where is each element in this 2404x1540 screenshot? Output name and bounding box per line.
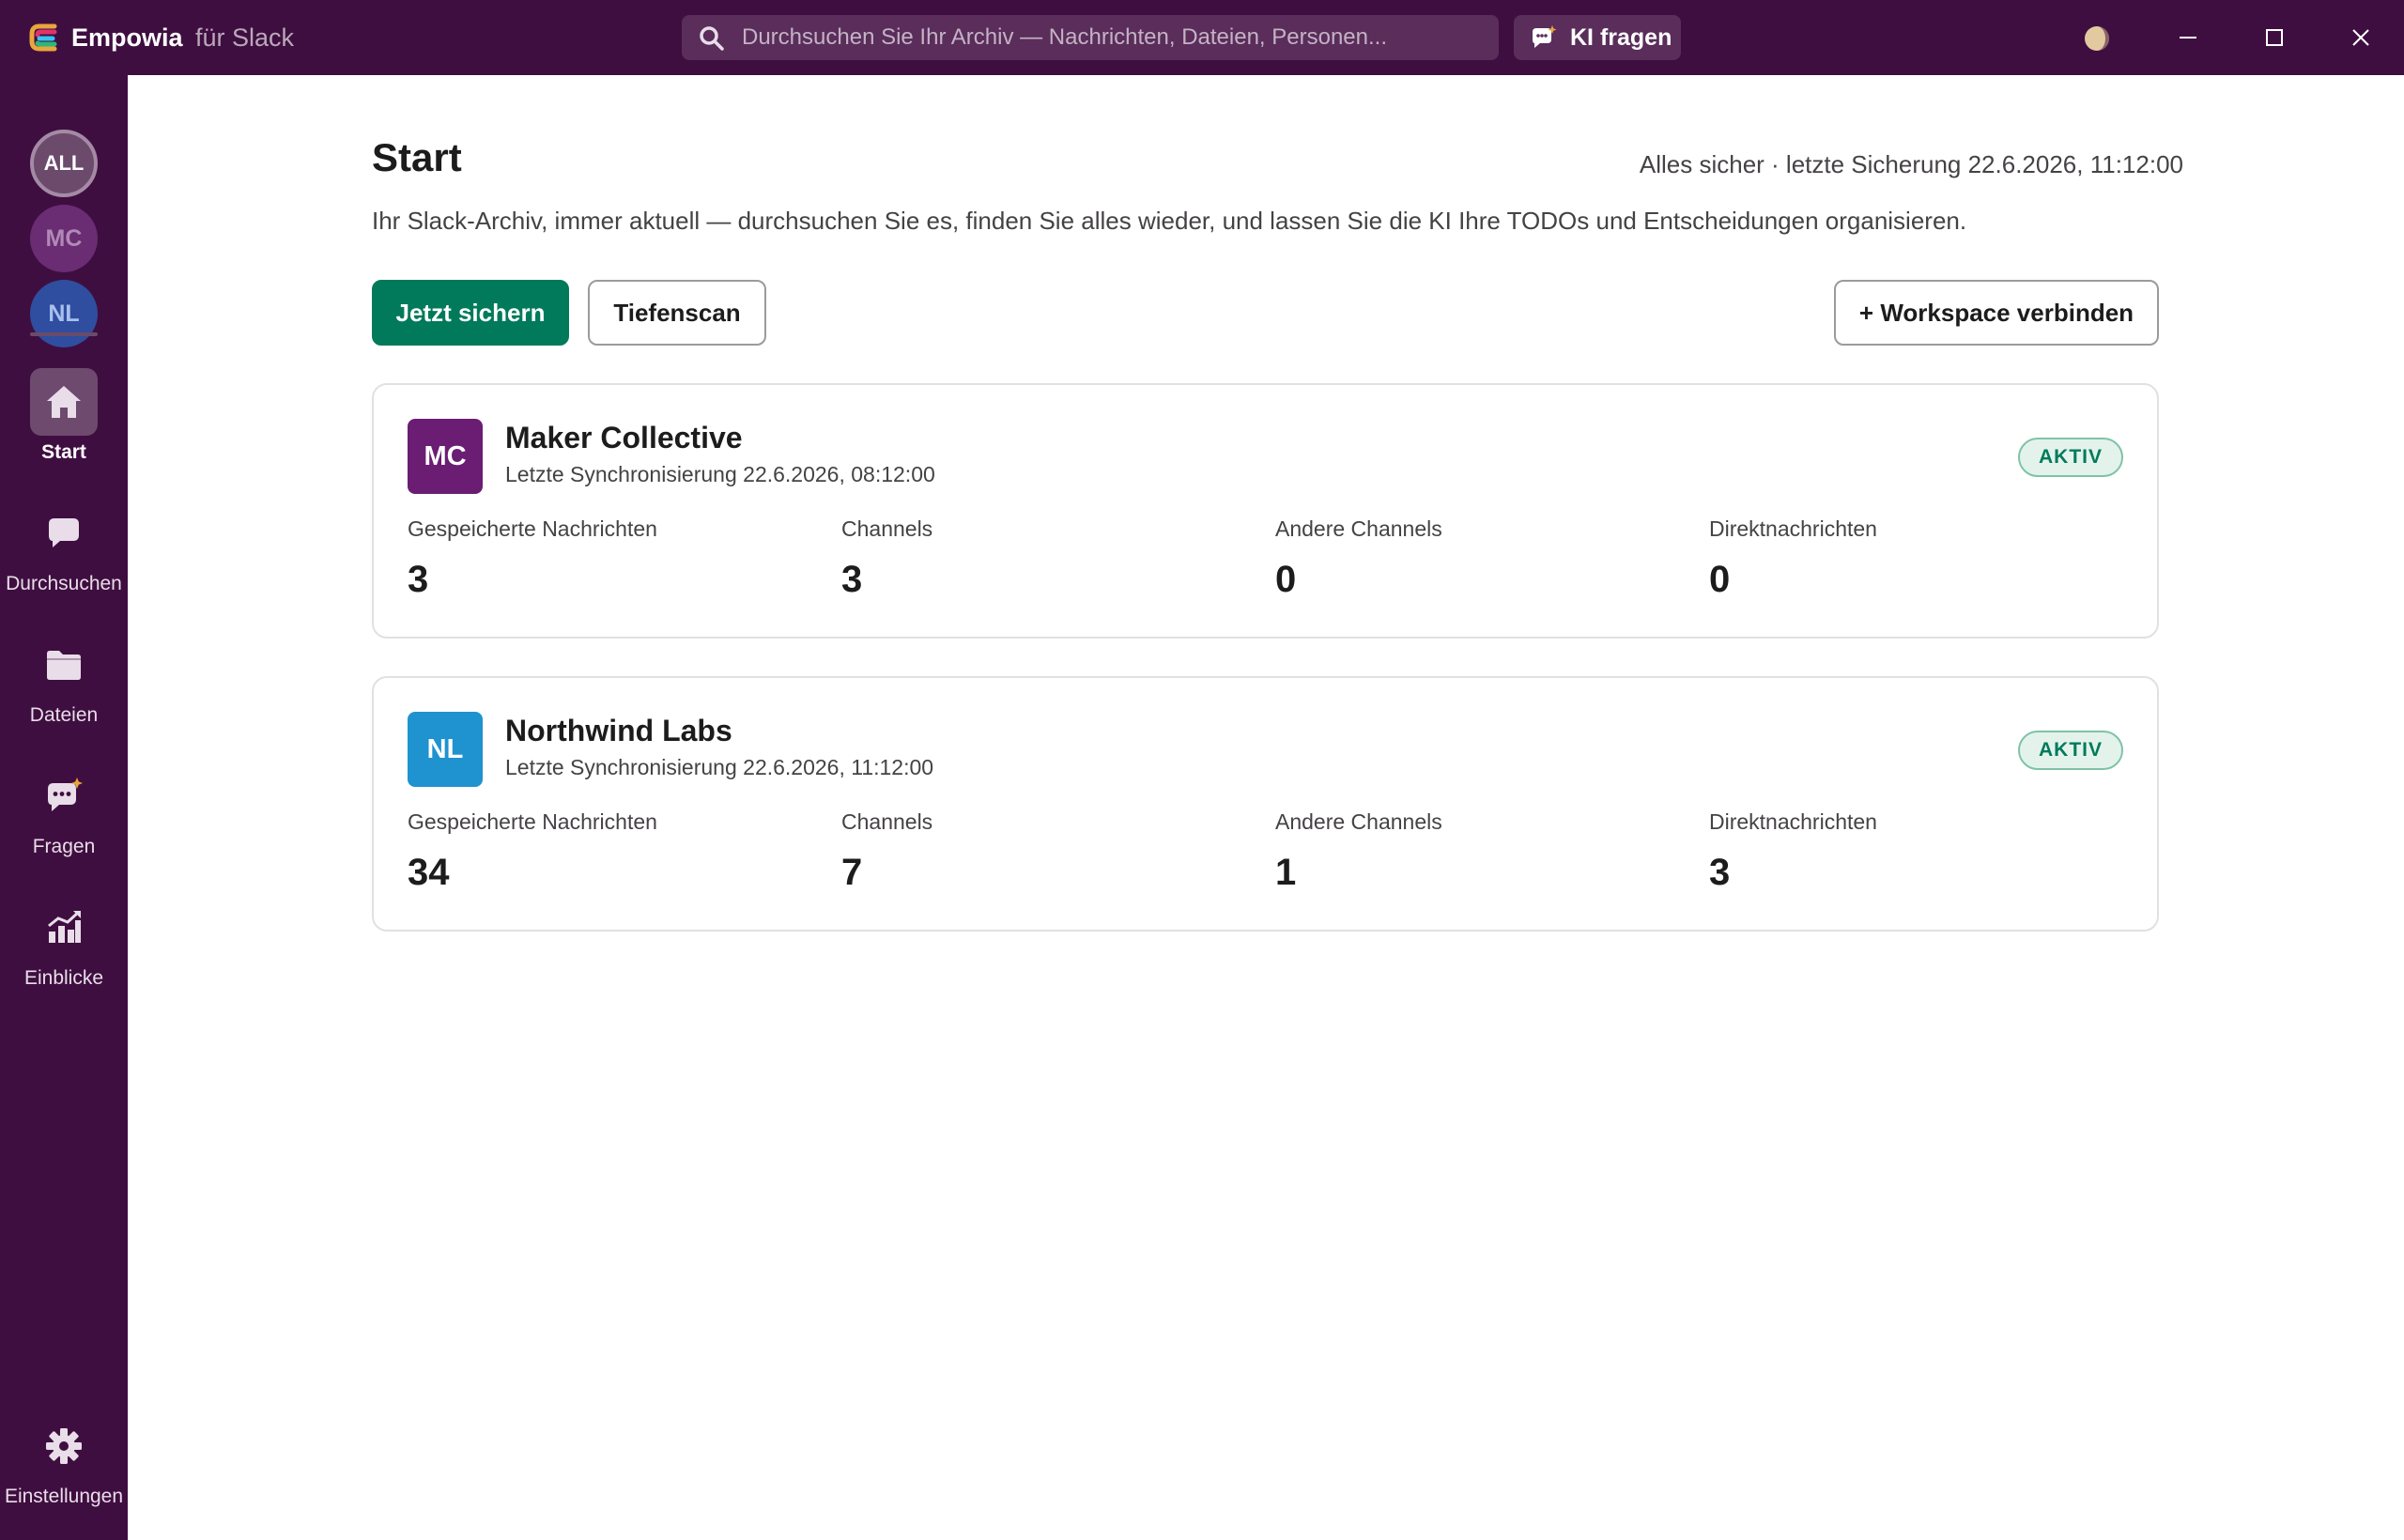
main-content: Start Alles sicher · letzte Sicherung 22… (128, 75, 2404, 1540)
sidebar-item-fragen[interactable]: Fragen (0, 762, 128, 866)
stat-value: 0 (1275, 559, 1297, 600)
stat-other-channels: Andere Channels 0 (1275, 516, 1670, 601)
minimize-icon[interactable] (2169, 19, 2207, 56)
stat-label: Gespeicherte Nachrichten (408, 809, 657, 834)
stat-label: Direktnachrichten (1709, 516, 1877, 541)
sidebar-item-label: Dateien (29, 704, 99, 726)
stat-value: 3 (841, 559, 863, 600)
ai-chat-icon-wrap (30, 762, 98, 830)
ask-ai-button[interactable]: KI fragen (1514, 15, 1681, 60)
sidebar-item-durchsuchen[interactable]: Durchsuchen (0, 500, 128, 603)
workspace-switch-mc[interactable]: MC (30, 205, 98, 272)
folder-icon-wrap (30, 631, 98, 699)
stat-direct-messages: Direktnachrichten 3 (1709, 809, 2104, 894)
stat-label: Gespeicherte Nachrichten (408, 516, 657, 541)
folder-icon (47, 651, 81, 680)
sidebar-item-dateien[interactable]: Dateien (0, 631, 128, 734)
chart-icon (48, 910, 81, 943)
deep-scan-button[interactable]: Tiefenscan (588, 280, 766, 346)
stat-value: 7 (841, 852, 863, 893)
search-placeholder[interactable]: Durchsuchen Sie Ihr Archiv — Nachrichten… (742, 15, 1387, 60)
ask-ai-label: KI fragen (1570, 24, 1672, 51)
stat-saved-messages: Gespeicherte Nachrichten 3 (408, 516, 802, 601)
status-badge: AKTIV (2018, 731, 2123, 770)
stat-label: Direktnachrichten (1709, 809, 1877, 834)
app-subtitle: für Slack (195, 23, 295, 52)
sidebar-item-label: Fragen (32, 836, 96, 857)
stat-other-channels: Andere Channels 1 (1275, 809, 1670, 894)
stat-label: Andere Channels (1275, 516, 1442, 541)
backup-now-button[interactable]: Jetzt sichern (372, 280, 569, 346)
chat-bubble-icon (49, 518, 79, 547)
search-icon (700, 26, 724, 51)
theme-toggle-icon[interactable] (2083, 24, 2111, 53)
stat-value: 1 (1275, 852, 1297, 893)
sidebar-item-label: Einblicke (23, 967, 104, 989)
stat-value: 0 (1709, 559, 1731, 600)
workspace-card-northwind-labs[interactable]: NL Northwind Labs Letzte Synchronisierun… (372, 676, 2159, 932)
status-badge: AKTIV (2018, 438, 2123, 477)
stat-value: 3 (1709, 852, 1731, 893)
sidebar: ALL MC NL Start Durchsuchen Dateien Frag… (0, 75, 128, 1540)
stat-channels: Channels 7 (841, 809, 1236, 894)
stat-label: Channels (841, 809, 933, 834)
stat-value: 34 (408, 852, 450, 893)
workspace-switch-nl[interactable]: NL (30, 280, 98, 347)
workspace-last-sync: Letzte Synchronisierung 22.6.2026, 11:12… (505, 755, 934, 779)
home-icon (47, 386, 81, 418)
workspace-avatar: NL (408, 712, 483, 787)
workspace-card-maker-collective[interactable]: MC Maker Collective Letzte Synchronisier… (372, 383, 2159, 639)
ai-chat-icon (48, 778, 83, 811)
sidebar-item-einstellungen[interactable]: Einstellungen (0, 1412, 128, 1516)
chat-icon-wrap (30, 500, 98, 567)
stat-value: 3 (408, 559, 429, 600)
search-bar[interactable]: Durchsuchen Sie Ihr Archiv — Nachrichten… (682, 15, 1499, 60)
stat-label: Channels (841, 516, 933, 541)
home-icon-wrap (30, 368, 98, 436)
stat-label: Andere Channels (1275, 809, 1442, 834)
app-name: Empowia (71, 23, 183, 52)
close-icon[interactable] (2342, 19, 2380, 56)
gear-icon (46, 1428, 82, 1464)
title-bar: Empowia für Slack Durchsuchen Sie Ihr Ar… (0, 0, 2404, 75)
gear-icon-wrap (30, 1412, 98, 1480)
sidebar-item-einblicke[interactable]: Einblicke (0, 894, 128, 997)
page-description: Ihr Slack-Archiv, immer aktuell — durchs… (372, 207, 1967, 235)
backup-status: Alles sicher · letzte Sicherung 22.6.202… (1639, 150, 2183, 178)
empowia-logo-icon (29, 23, 57, 52)
sidebar-item-label: Durchsuchen (6, 573, 122, 594)
stat-saved-messages: Gespeicherte Nachrichten 34 (408, 809, 802, 894)
sidebar-item-start[interactable]: Start (0, 368, 128, 471)
workspace-avatar: MC (408, 419, 483, 494)
workspace-name: Northwind Labs (505, 714, 732, 747)
sidebar-divider (30, 332, 98, 336)
stat-channels: Channels 3 (841, 516, 1236, 601)
workspace-name: Maker Collective (505, 421, 743, 454)
stat-direct-messages: Direktnachrichten 0 (1709, 516, 2104, 601)
workspace-last-sync: Letzte Synchronisierung 22.6.2026, 08:12… (505, 462, 935, 486)
sidebar-item-label: Einstellungen (4, 1486, 124, 1507)
workspace-switch-all[interactable]: ALL (30, 130, 98, 197)
connect-workspace-button[interactable]: + Workspace verbinden (1834, 280, 2159, 346)
maximize-icon[interactable] (2256, 19, 2293, 56)
page-title: Start (372, 135, 462, 179)
chart-icon-wrap (30, 894, 98, 962)
sidebar-item-label: Start (41, 441, 86, 463)
ai-chat-icon (1533, 25, 1557, 48)
